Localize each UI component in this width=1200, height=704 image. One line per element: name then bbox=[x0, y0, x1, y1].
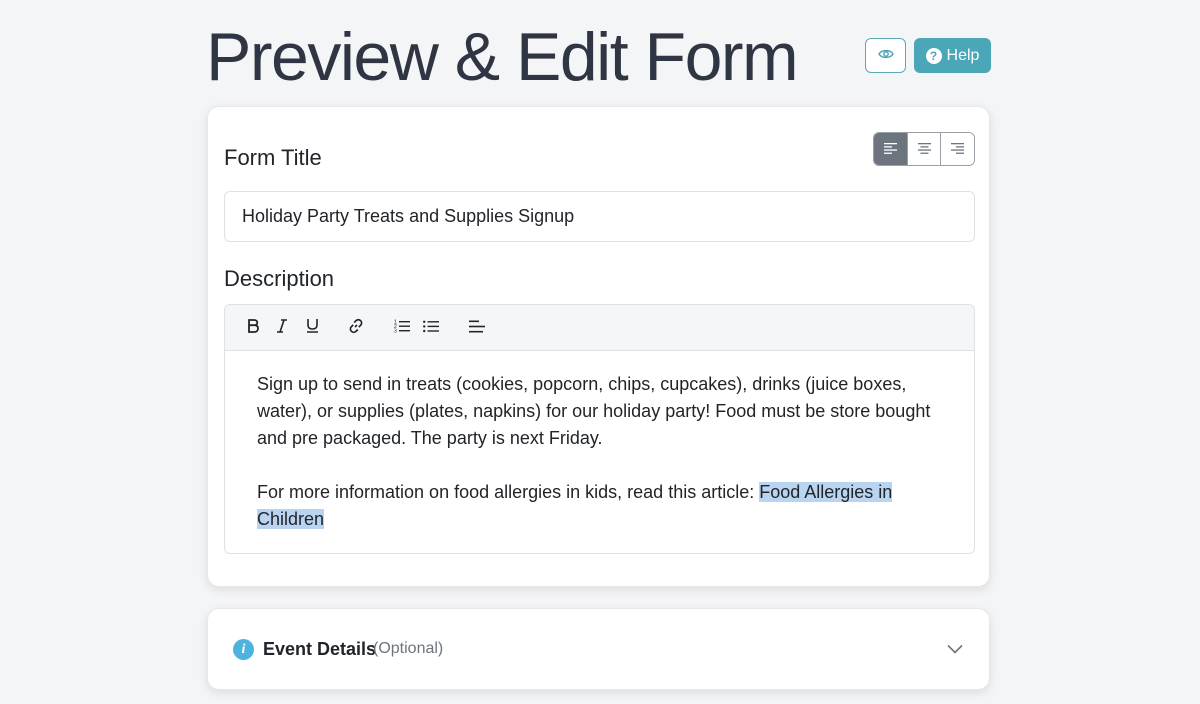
align-left-icon bbox=[883, 142, 897, 157]
description-label: Description bbox=[224, 266, 335, 291]
help-button[interactable]: ? Help bbox=[914, 38, 991, 73]
optional-label: (Optional) bbox=[373, 640, 444, 657]
question-circle-icon: ? bbox=[925, 47, 942, 64]
align-left-icon bbox=[469, 318, 485, 338]
help-label: Help bbox=[946, 46, 980, 64]
description-paragraph: For more information on food allergies i… bbox=[257, 479, 942, 533]
align-right-button[interactable] bbox=[940, 133, 974, 165]
italic-icon bbox=[276, 318, 288, 338]
description-paragraph: Sign up to send in treats (cookies, popc… bbox=[257, 374, 931, 448]
description-text-area[interactable]: Sign up to send in treats (cookies, popc… bbox=[225, 351, 974, 533]
underline-icon bbox=[306, 318, 319, 338]
title-alignment-group bbox=[873, 132, 975, 166]
eye-icon bbox=[877, 48, 894, 63]
event-details-section[interactable]: i Event Details (Optional) bbox=[207, 608, 990, 690]
align-left-button[interactable] bbox=[874, 133, 907, 165]
bold-button[interactable] bbox=[238, 313, 268, 343]
unordered-list-button[interactable] bbox=[416, 313, 446, 343]
italic-button[interactable] bbox=[267, 313, 297, 343]
page-title: Preview & Edit Form bbox=[206, 19, 799, 95]
form-title-input[interactable] bbox=[224, 191, 975, 242]
editor-toolbar: 1 2 3 bbox=[225, 305, 974, 351]
align-center-icon bbox=[917, 142, 931, 157]
link-button[interactable] bbox=[341, 313, 371, 343]
bold-icon bbox=[247, 318, 259, 338]
description-link-prefix: For more information on food allergies i… bbox=[257, 482, 760, 502]
event-details-title: Event Details bbox=[263, 639, 377, 659]
description-editor: 1 2 3 Sign up to send in treats (cookies… bbox=[224, 304, 975, 554]
align-right-icon bbox=[951, 142, 965, 157]
unordered-list-icon bbox=[423, 318, 439, 338]
align-center-button[interactable] bbox=[906, 133, 941, 165]
preview-button[interactable] bbox=[865, 38, 906, 73]
info-icon: i bbox=[233, 639, 254, 660]
form-details-card: Form Title Holiday Party Treats and Supp… bbox=[207, 106, 990, 587]
ordered-list-icon: 1 2 3 bbox=[394, 318, 410, 338]
underline-button[interactable] bbox=[297, 313, 327, 343]
chevron-down-icon[interactable] bbox=[947, 641, 963, 659]
link-icon bbox=[348, 318, 364, 339]
form-title-label: Form Title bbox=[224, 145, 322, 170]
svg-text:3: 3 bbox=[394, 329, 397, 334]
text-align-button[interactable] bbox=[462, 313, 492, 343]
ordered-list-button[interactable]: 1 2 3 bbox=[387, 313, 417, 343]
